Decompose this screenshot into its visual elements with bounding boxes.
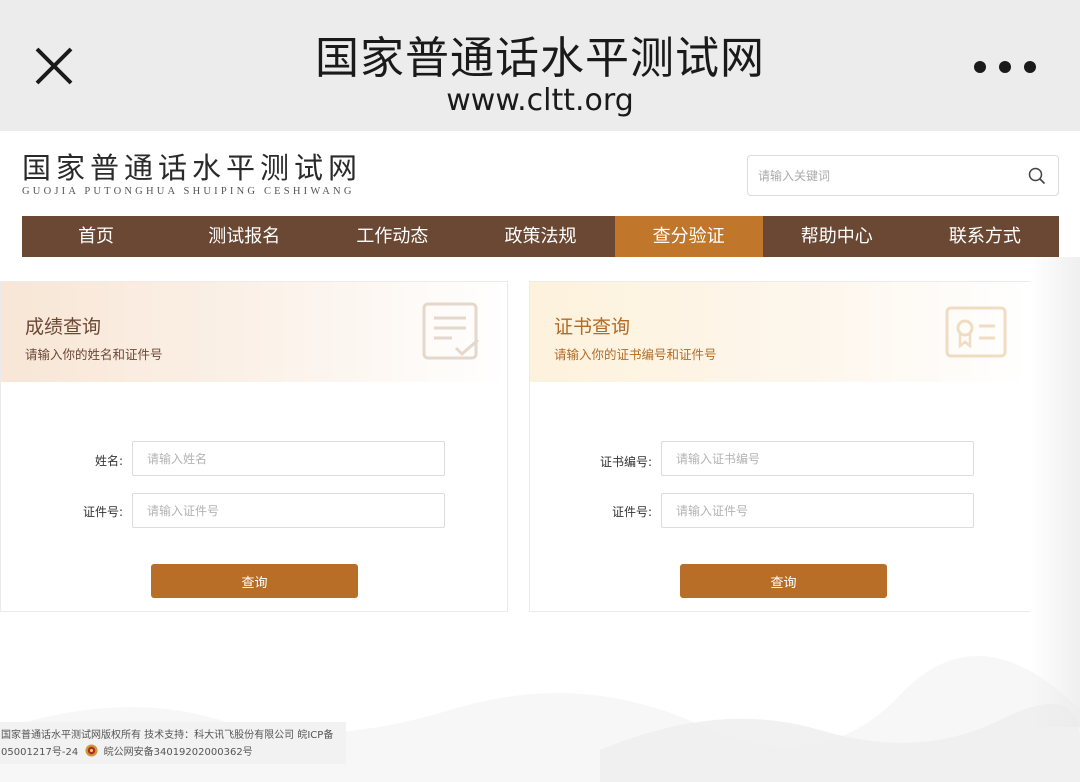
score-query-title: 成绩查询: [25, 316, 102, 338]
site-logo[interactable]: 国家普通话水平测试网 GUOJIA PUTONGHUA SHUIPING CES…: [22, 151, 362, 197]
certificate-query-button[interactable]: 查询: [680, 564, 887, 598]
certificate-query-subtitle: 请输入你的证书编号和证件号: [554, 347, 717, 362]
certificate-query-title: 证书查询: [554, 316, 631, 338]
logo-chinese-text: 国家普通话水平测试网: [22, 151, 363, 185]
certificate-number-label: 证书编号:: [599, 455, 652, 469]
id-number-label: 证件号:: [82, 505, 123, 519]
search-box: [747, 155, 1059, 196]
nav-item-work-news[interactable]: 工作动态: [318, 216, 466, 257]
browser-page-title: 国家普通话水平测试网: [315, 33, 765, 84]
main-nav: 首页 测试报名 工作动态 政策法规 查分验证 帮助中心 联系方式: [22, 216, 1059, 257]
police-badge-icon: [85, 744, 98, 757]
id-number-input[interactable]: [132, 493, 445, 528]
cert-id-number-label: 证件号:: [611, 505, 652, 519]
footer-copyright-line: 国家普通话水平测试网版权所有 技术支持：科大讯飞股份有限公司 皖ICP备: [1, 730, 334, 741]
certificate-query-header: 证书查询 请输入你的证书编号和证件号: [530, 282, 1030, 382]
cert-id-number-input[interactable]: [661, 493, 974, 528]
public-security-record[interactable]: 皖公网安备34019202000362号: [104, 747, 253, 758]
browser-url: www.cltt.org: [446, 83, 634, 118]
name-input[interactable]: [132, 441, 445, 476]
footer-record-line: 05001217号-24 皖公网安备34019202000362号: [1, 744, 346, 761]
search-input[interactable]: [758, 156, 1018, 195]
certificate-icon: [945, 306, 1007, 358]
nav-item-help-center[interactable]: 帮助中心: [763, 216, 911, 257]
nav-item-home[interactable]: 首页: [22, 216, 170, 257]
certificate-query-card: 证书查询 请输入你的证书编号和证件号 证书编号: 证件号: 查询: [529, 281, 1030, 612]
score-query-card: 成绩查询 请输入你的姓名和证件号 姓名: 证件号: 查询: [0, 281, 508, 612]
certificate-number-input[interactable]: [661, 441, 974, 476]
right-edge-shade: [1030, 257, 1080, 727]
score-query-header: 成绩查询 请输入你的姓名和证件号: [1, 282, 507, 382]
nav-item-contact[interactable]: 联系方式: [911, 216, 1059, 257]
footer: 国家普通话水平测试网版权所有 技术支持：科大讯飞股份有限公司 皖ICP备 050…: [0, 722, 346, 764]
nav-item-score-verification[interactable]: 查分验证: [614, 216, 763, 257]
icp-record-number[interactable]: 05001217号-24: [1, 747, 78, 758]
more-options-icon[interactable]: [974, 56, 1036, 78]
logo-pinyin-text: GUOJIA PUTONGHUA SHUIPING CESHIWANG: [22, 186, 355, 197]
name-label: 姓名:: [94, 454, 123, 468]
nav-item-test-registration[interactable]: 测试报名: [170, 216, 318, 257]
search-icon[interactable]: [1028, 167, 1046, 185]
score-query-subtitle: 请输入你的姓名和证件号: [25, 347, 163, 362]
checklist-icon: [422, 302, 479, 360]
browser-header: 国家普通话水平测试网 www.cltt.org: [0, 0, 1080, 131]
nav-item-policies[interactable]: 政策法规: [466, 216, 614, 257]
score-query-button[interactable]: 查询: [151, 564, 358, 598]
